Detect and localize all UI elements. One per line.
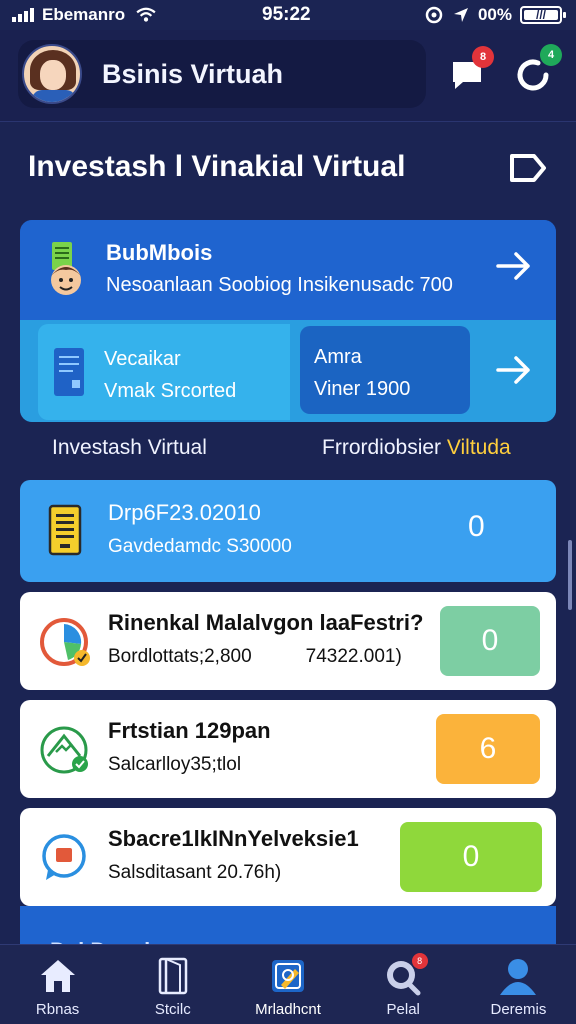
- list-item-subtitle: Salcarlloy35;tlol: [108, 754, 242, 775]
- home-icon: [40, 960, 75, 992]
- document-icon: [54, 348, 84, 396]
- caption-right-accent: Viltuda: [446, 436, 511, 459]
- arrow-right-icon[interactable]: [494, 248, 534, 284]
- battery-icon: ///: [520, 6, 566, 24]
- scrollbar[interactable]: [568, 540, 572, 610]
- app-title: Bsinis Virtuah: [102, 58, 284, 89]
- subcard-right-subtitle: Viner 1900: [314, 378, 411, 400]
- status-bar: Ebemanro 95:22 00% ///: [0, 0, 576, 30]
- home-growth-icon: [40, 726, 88, 774]
- nav-label: Mrladhcnt: [255, 1001, 321, 1018]
- receipt-icon: [48, 504, 82, 556]
- list-item-subtitle: Salsditasant 20.76h): [108, 862, 282, 883]
- pencil-icon: [272, 960, 304, 992]
- list-item-value: 6: [436, 714, 540, 784]
- nav-item-search[interactable]: 8 Pelal: [346, 945, 461, 1024]
- nav-label: Rbnas: [35, 1001, 80, 1018]
- list-item[interactable]: Drp6F23.02010 Gavdedamdc S30000 0: [20, 480, 556, 582]
- nav-item-edit[interactable]: Mrladhcnt: [230, 945, 345, 1024]
- clock: 95:22: [262, 4, 311, 25]
- subcard-left-subtitle: Vmak Srcorted: [104, 380, 237, 402]
- nav-label: Stcilc: [154, 1001, 191, 1018]
- refresh-button[interactable]: 4: [510, 44, 562, 98]
- export-icon[interactable]: [508, 152, 548, 184]
- character-icon: [51, 242, 81, 295]
- page-title: Investash l Vinakial Virtual: [28, 150, 406, 183]
- list-item-subtitle: Bordlottats;2,800 74322.001): [108, 646, 402, 668]
- summary-top-row[interactable]: BubMbois Nesoanlaan Soobiog Insikenusadc…: [20, 220, 556, 320]
- summary-subcard-right[interactable]: Amra Viner 1900: [300, 326, 470, 414]
- refresh-badge: 4: [540, 44, 562, 66]
- summary-bottom-row: Vecaikar Vmak Srcorted Amra Viner 1900: [20, 320, 556, 422]
- chat-badge: 8: [472, 46, 494, 68]
- battery-percent: 00%: [477, 5, 512, 24]
- chat-button[interactable]: 8: [444, 46, 494, 98]
- nav-item-home[interactable]: Rbnas: [0, 945, 115, 1024]
- list-item[interactable]: Frtstian 129pan Salcarlloy35;tlol 6: [20, 700, 556, 798]
- summary-subtitle: Nesoanlaan Soobiog Insikenusadc 700: [106, 274, 453, 296]
- list-item[interactable]: Rinenkal Malalvgon laaFestri? Bordlottat…: [20, 592, 556, 690]
- arrow-right-icon[interactable]: [494, 352, 534, 388]
- rotation-lock-icon: [425, 6, 443, 24]
- caption-left: Investash Virtual: [52, 436, 207, 459]
- profile-pill[interactable]: Bsinis Virtuah: [18, 40, 426, 108]
- subcard-right-title: Amra: [314, 346, 362, 368]
- nav-item-book[interactable]: Stcilc: [115, 945, 230, 1024]
- nav-badge: 8: [411, 953, 428, 969]
- book-icon: [158, 957, 188, 995]
- list-item-value: 0: [440, 606, 540, 676]
- summary-title: BubMbois: [106, 240, 213, 265]
- signal-icon: [12, 8, 34, 22]
- subtitle-part-a: Bordlottats;2,800: [108, 646, 252, 667]
- message-icon: [42, 834, 86, 880]
- list-item-value: 0: [468, 510, 485, 543]
- caption-right: Frrordiobsier Viltuda: [322, 436, 511, 460]
- bottom-nav: Rbnas Stcilc Mrladhcnt 8 Pelal Deremis: [0, 944, 576, 1024]
- list-item-title: Sbacre1lkINnYelveksie1: [108, 826, 359, 851]
- list-item-value: 0: [400, 822, 542, 892]
- caption-right-main: Frrordiobsier: [322, 436, 447, 459]
- list-item-title: Rinenkal Malalvgon laaFestri?: [108, 610, 424, 635]
- carrier-name: Ebemanro: [42, 5, 126, 24]
- list-item-subtitle: Gavdedamdc S30000: [108, 536, 292, 557]
- pie-chart-icon: [40, 618, 90, 666]
- wifi-icon: [136, 7, 156, 22]
- summary-subcard-left[interactable]: Vecaikar Vmak Srcorted: [38, 324, 290, 420]
- app-header: Bsinis Virtuah 8 4: [0, 30, 576, 122]
- nav-label: Pelal: [386, 1001, 420, 1018]
- avatar[interactable]: [22, 44, 82, 104]
- list-item-title: Drp6F23.02010: [108, 500, 261, 525]
- location-icon: [453, 8, 468, 22]
- list-item-title: Frtstian 129pan: [108, 718, 271, 743]
- subcard-left-title: Vecaikar: [104, 348, 181, 370]
- list-item[interactable]: Sbacre1lkINnYelveksie1 Salsditasant 20.7…: [20, 808, 556, 906]
- nav-item-profile[interactable]: Deremis: [461, 945, 576, 1024]
- person-icon: [500, 959, 537, 995]
- nav-label: Deremis: [490, 1001, 547, 1018]
- subtitle-part-b: 74322.001): [305, 646, 402, 667]
- summary-card: BubMbois Nesoanlaan Soobiog Insikenusadc…: [20, 220, 556, 422]
